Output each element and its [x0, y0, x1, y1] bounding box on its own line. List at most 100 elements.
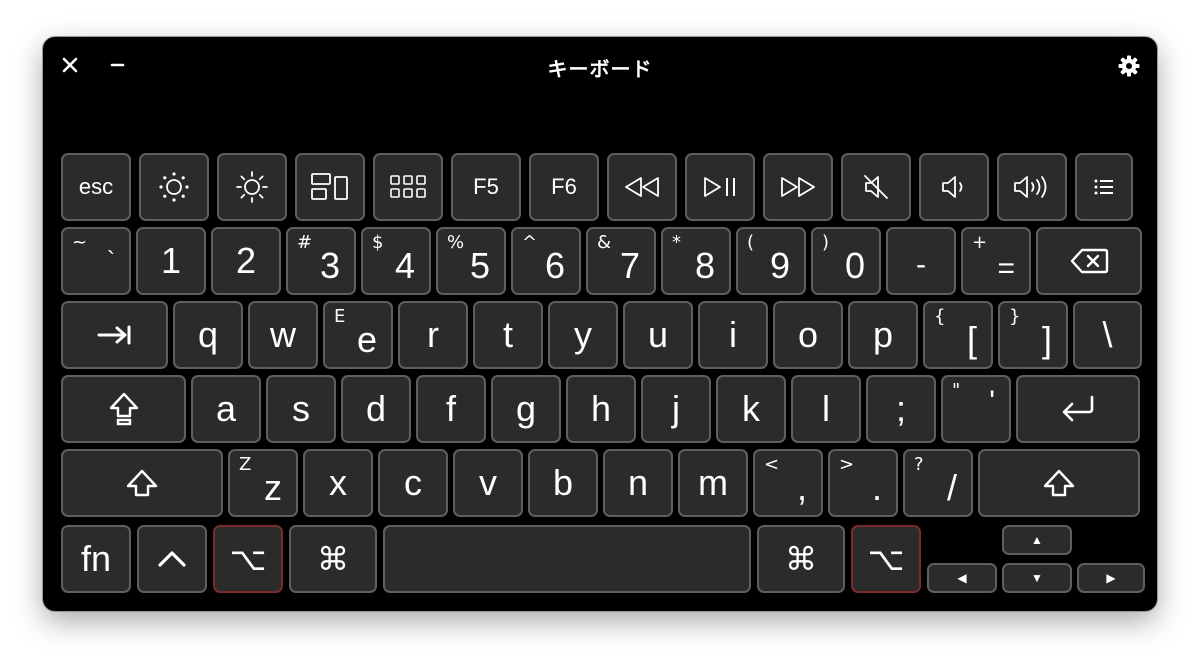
key-c[interactable]: c: [378, 449, 448, 517]
key-x[interactable]: x: [303, 449, 373, 517]
key-k[interactable]: k: [716, 375, 786, 443]
key-h[interactable]: h: [566, 375, 636, 443]
key-right-command[interactable]: ⌘: [757, 525, 845, 593]
key-f[interactable]: f: [416, 375, 486, 443]
key-left-bracket[interactable]: { [: [923, 301, 993, 369]
key-left-command[interactable]: ⌘: [289, 525, 377, 593]
key-caps-lock[interactable]: [61, 375, 186, 443]
key-j[interactable]: j: [641, 375, 711, 443]
key-right-bracket[interactable]: } ]: [998, 301, 1068, 369]
key-control[interactable]: [137, 525, 207, 593]
key-shift-label: %: [447, 232, 465, 253]
caps-lock-icon: [109, 392, 138, 426]
key-6[interactable]: ^ 6: [511, 227, 581, 295]
key-label: e: [356, 319, 377, 360]
key-arrow-left[interactable]: ◀: [927, 563, 997, 593]
key-shift-label: }: [1009, 306, 1021, 327]
key-d[interactable]: d: [341, 375, 411, 443]
key-e[interactable]: E e: [323, 301, 393, 369]
key-slash[interactable]: ? /: [903, 449, 973, 517]
key-minus[interactable]: -: [886, 227, 956, 295]
key-volume-down[interactable]: [919, 153, 989, 221]
fast-forward-icon: [781, 177, 815, 197]
key-quote[interactable]: " ': [941, 375, 1011, 443]
key-delete[interactable]: [1036, 227, 1142, 295]
key-f5-label: F5: [473, 174, 499, 199]
key-launchpad[interactable]: [373, 153, 443, 221]
key-w[interactable]: w: [248, 301, 318, 369]
key-5[interactable]: % 5: [436, 227, 506, 295]
key-arrow-right[interactable]: ▶: [1077, 563, 1145, 593]
key-0[interactable]: ) 0: [811, 227, 881, 295]
a-row: a s d f g h j k l ; " ': [61, 375, 1140, 443]
key-brightness-down[interactable]: [139, 153, 209, 221]
key-b[interactable]: b: [528, 449, 598, 517]
key-shift-label: +: [972, 232, 988, 253]
key-volume-up[interactable]: [997, 153, 1067, 221]
key-m[interactable]: m: [678, 449, 748, 517]
bottom-row: fn ⌥ ⌘ ⌘ ⌥ ▲ ◀ ▼ ▶: [61, 525, 1145, 593]
key-label: a: [215, 388, 237, 429]
key-p[interactable]: p: [848, 301, 918, 369]
key-1[interactable]: 1: [136, 227, 206, 295]
key-fn[interactable]: fn: [61, 525, 131, 593]
key-o[interactable]: o: [773, 301, 843, 369]
key-f6-label: F6: [551, 174, 577, 199]
key-q[interactable]: q: [173, 301, 243, 369]
key-arrow-down[interactable]: ▼: [1002, 563, 1072, 593]
key-a[interactable]: a: [191, 375, 261, 443]
arrow-cluster: ▲ ◀ ▼ ▶: [927, 525, 1145, 593]
key-semicolon[interactable]: ;: [866, 375, 936, 443]
key-2[interactable]: 2: [211, 227, 281, 295]
key-return[interactable]: [1016, 375, 1140, 443]
key-v[interactable]: v: [453, 449, 523, 517]
key-left-option[interactable]: ⌥: [213, 525, 283, 593]
key-y[interactable]: y: [548, 301, 618, 369]
key-8[interactable]: * 8: [661, 227, 731, 295]
key-label: g: [515, 388, 537, 429]
key-shift-label: ~: [72, 232, 88, 253]
key-f5[interactable]: F5: [451, 153, 521, 221]
key-s[interactable]: s: [266, 375, 336, 443]
key-backslash[interactable]: \: [1073, 301, 1142, 369]
key-i[interactable]: i: [698, 301, 768, 369]
key-right-shift[interactable]: [978, 449, 1140, 517]
command-icon: ⌘: [785, 540, 817, 578]
key-t[interactable]: t: [473, 301, 543, 369]
key-7[interactable]: & 7: [586, 227, 656, 295]
key-arrow-up[interactable]: ▲: [1002, 525, 1072, 555]
key-period[interactable]: > .: [828, 449, 898, 517]
key-comma[interactable]: < ,: [753, 449, 823, 517]
brightness-down-icon: [159, 172, 189, 202]
key-4[interactable]: $ 4: [361, 227, 431, 295]
key-9[interactable]: ( 9: [736, 227, 806, 295]
settings-button[interactable]: [1117, 54, 1141, 78]
key-r[interactable]: r: [398, 301, 468, 369]
key-g[interactable]: g: [491, 375, 561, 443]
key-fast-forward[interactable]: [763, 153, 833, 221]
key-left-shift[interactable]: [61, 449, 223, 517]
key-mission-control[interactable]: [295, 153, 365, 221]
key-esc[interactable]: esc: [61, 153, 131, 221]
key-equals[interactable]: + =: [961, 227, 1031, 295]
key-rewind[interactable]: [607, 153, 677, 221]
arrow-right-icon: ▶: [1106, 571, 1116, 585]
key-space[interactable]: [383, 525, 751, 593]
key-label: f: [445, 388, 456, 429]
key-right-option[interactable]: ⌥: [851, 525, 921, 593]
key-brightness-up[interactable]: [217, 153, 287, 221]
key-tab[interactable]: [61, 301, 168, 369]
key-f6[interactable]: F6: [529, 153, 599, 221]
key-mute[interactable]: [841, 153, 911, 221]
key-play-pause[interactable]: [685, 153, 755, 221]
key-l[interactable]: l: [791, 375, 861, 443]
key-menu[interactable]: [1075, 153, 1133, 221]
key-label: 8: [694, 245, 715, 286]
key-label: ,: [796, 467, 807, 508]
key-z[interactable]: Z z: [228, 449, 298, 517]
key-u[interactable]: u: [623, 301, 693, 369]
option-icon: ⌥: [229, 540, 267, 578]
key-backtick[interactable]: ~ `: [61, 227, 131, 295]
key-n[interactable]: n: [603, 449, 673, 517]
key-3[interactable]: # 3: [286, 227, 356, 295]
